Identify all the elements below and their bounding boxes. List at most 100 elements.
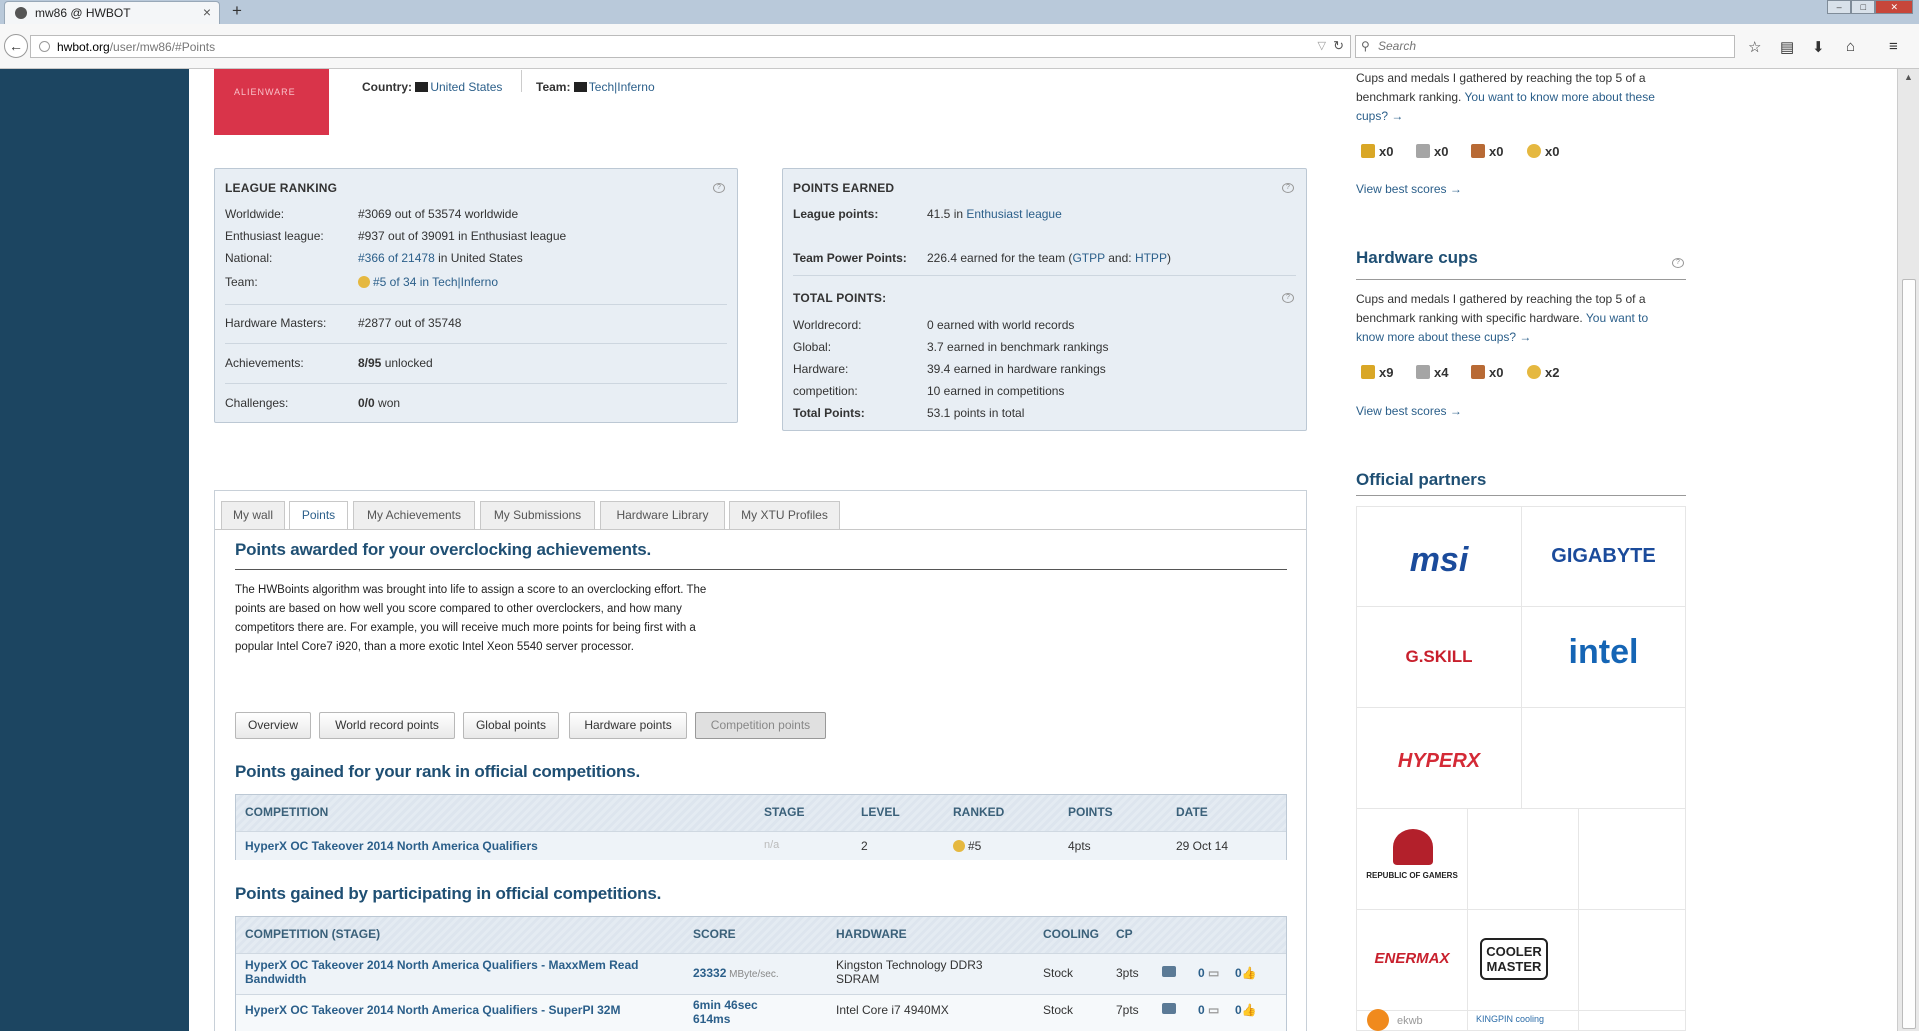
bookmark-star-icon[interactable]: ☆ — [1748, 38, 1761, 56]
comment-icon[interactable]: ▭ — [1208, 966, 1219, 980]
table-row[interactable]: HyperX OC Takeover 2014 North America Qu… — [236, 831, 1286, 860]
divider — [521, 70, 522, 92]
search-bar[interactable]: ⚲ — [1355, 35, 1735, 58]
view-best-scores-link[interactable]: View best scores → — [1356, 182, 1462, 196]
hardware-points-button[interactable]: Hardware points — [569, 712, 687, 739]
text-line: Cups and medals I gathered by reaching t… — [1356, 292, 1646, 306]
worldwide-rank-link[interactable]: #3069 out of 53574 worldwide — [358, 207, 518, 221]
partner-logo: ENERMAX — [1374, 950, 1450, 967]
tab-my-xtu-profiles[interactable]: My XTU Profiles — [729, 501, 840, 530]
partner-gskill[interactable]: G.SKILL — [1356, 606, 1522, 708]
thumbs-up-icon[interactable]: 👍 — [1242, 966, 1257, 980]
competition-points-button[interactable]: Competition points — [695, 712, 826, 739]
tab-my-wall[interactable]: My wall — [221, 501, 285, 530]
national-rank-link[interactable]: #366 of 21478 — [358, 251, 435, 265]
partner-ekwb[interactable]: ekwb — [1356, 1009, 1468, 1031]
partner-enermax[interactable]: ENERMAX — [1356, 909, 1468, 1011]
view-best-scores-link[interactable]: View best scores → — [1356, 404, 1462, 418]
competition-link[interactable]: HyperX OC Takeover 2014 North America Qu… — [245, 1003, 620, 1017]
maximize-button[interactable]: □ — [1851, 0, 1876, 14]
tab-my-submissions[interactable]: My Submissions — [480, 501, 595, 530]
partner-hyperx[interactable]: HYPERX — [1356, 707, 1522, 809]
cup-count: x0 — [1489, 144, 1504, 159]
scrollbar[interactable]: ▲ — [1897, 69, 1919, 1031]
close-window-button[interactable]: ✕ — [1875, 0, 1913, 14]
column-header: COMPETITION — [245, 805, 329, 819]
profile-team: Team: Tech|Inferno — [536, 80, 655, 94]
competition-line: Bandwidth — [245, 972, 307, 986]
help-icon[interactable]: ? — [1672, 258, 1684, 268]
partner-msi[interactable]: msi — [1356, 506, 1522, 607]
cups-info-link[interactable]: You want to know more about these — [1465, 90, 1655, 104]
dropdown-history-icon[interactable]: ▽ — [1318, 39, 1326, 52]
partner-intel[interactable]: intel — [1521, 606, 1686, 708]
team-link[interactable]: Tech|Inferno — [589, 80, 655, 94]
cup-count: x0 — [1545, 144, 1560, 159]
league-ranking-title: LEAGUE RANKING — [225, 181, 338, 195]
reload-icon[interactable]: ↻ — [1333, 38, 1344, 54]
back-button[interactable]: ← — [4, 34, 28, 58]
world-record-points-button[interactable]: World record points — [319, 712, 455, 739]
row-label: Hardware Masters: — [225, 316, 327, 330]
close-tab-icon[interactable]: × — [203, 4, 211, 20]
avatar-text: ALIENWARE — [234, 87, 296, 97]
browser-tab[interactable]: mw86 @ HWBOT × — [4, 1, 220, 24]
thumbs-up-icon[interactable]: 👍 — [1242, 1003, 1257, 1017]
partner-logo: intel — [1568, 633, 1639, 671]
menu-icon[interactable]: ≡ — [1889, 38, 1898, 55]
camera-icon[interactable] — [1162, 1003, 1176, 1014]
camera-icon[interactable] — [1162, 966, 1176, 977]
row-label: Team Power Points: — [793, 251, 907, 265]
scrollbar-thumb[interactable] — [1902, 279, 1916, 1029]
partner-gigabyte[interactable]: GIGABYTE — [1521, 506, 1686, 607]
hardware-line: Kingston Technology DDR3 — [836, 958, 983, 972]
ekwb-logo-icon — [1367, 1009, 1389, 1031]
table-row[interactable]: HyperX OC Takeover 2014 North America Qu… — [236, 994, 1286, 1031]
minimize-button[interactable]: – — [1827, 0, 1852, 14]
score-line: 614ms — [693, 1012, 731, 1026]
gtpp-link[interactable]: GTPP — [1072, 251, 1104, 265]
divider — [793, 275, 1296, 276]
national-suffix: in United States — [434, 251, 523, 265]
competition-link[interactable]: HyperX OC Takeover 2014 North America Qu… — [245, 958, 639, 986]
scroll-up-icon[interactable]: ▲ — [1904, 72, 1913, 82]
points-earned-box: POINTS EARNED ? League points: 41.5 in En… — [782, 168, 1307, 431]
competition-link[interactable]: HyperX OC Takeover 2014 North America Qu… — [245, 839, 538, 853]
table-header — [236, 795, 1286, 831]
cups-info-link[interactable]: cups? → — [1356, 109, 1403, 123]
participation-table-heading: Points gained by participating in offici… — [235, 884, 662, 903]
help-icon[interactable]: ? — [713, 183, 725, 193]
overview-button[interactable]: Overview — [235, 712, 311, 739]
silver-cup-icon — [1416, 144, 1430, 158]
country-link[interactable]: United States — [430, 80, 502, 94]
help-icon[interactable]: ? — [1282, 183, 1294, 193]
partner-kingpin[interactable]: KINGPIN cooling — [1467, 1010, 1579, 1031]
partner-coolermaster[interactable]: COOLER MASTER — [1467, 909, 1579, 1011]
reading-list-icon[interactable]: ▤ — [1780, 38, 1794, 56]
hw-cups-info-link[interactable]: know more about these cups? → — [1356, 330, 1531, 344]
downloads-icon[interactable]: ⬇ — [1812, 38, 1825, 56]
site-info-icon[interactable] — [39, 41, 50, 52]
htpp-link[interactable]: HTPP — [1135, 251, 1167, 265]
hw-cups-info-link[interactable]: You want to — [1586, 311, 1648, 325]
comment-icon[interactable]: ▭ — [1208, 1003, 1219, 1017]
tab-my-achievements[interactable]: My Achievements — [353, 501, 475, 530]
address-bar[interactable]: hwbot.org/user/mw86/#Points ▽ ↻ — [30, 35, 1351, 58]
cp-cell: 3pts — [1116, 966, 1139, 980]
tab-hardware-library[interactable]: Hardware Library — [600, 501, 725, 530]
search-input[interactable] — [1378, 39, 1718, 53]
divider — [215, 529, 1306, 530]
enthusiast-league-link[interactable]: Enthusiast league — [966, 207, 1061, 221]
team-rank-link[interactable]: #5 of 34 in Tech|Inferno — [373, 275, 498, 289]
new-tab-button[interactable]: + — [232, 1, 242, 21]
table-row[interactable]: HyperX OC Takeover 2014 North America Qu… — [236, 953, 1286, 994]
home-icon[interactable]: ⌂ — [1846, 38, 1855, 55]
help-icon[interactable]: ? — [1282, 293, 1294, 303]
enthusiast-rank-link[interactable]: #937 out of 39091 in Enthusiast league — [358, 229, 566, 243]
cup-count: x0 — [1489, 365, 1504, 380]
partner-logo: HYPERX — [1397, 750, 1481, 772]
partner-rog[interactable]: REPUBLIC OF GAMERS — [1356, 808, 1468, 910]
tab-points[interactable]: Points — [289, 501, 348, 530]
global-points-button[interactable]: Global points — [463, 712, 559, 739]
hardware-masters-link[interactable]: #2877 out of 35748 — [358, 316, 461, 330]
